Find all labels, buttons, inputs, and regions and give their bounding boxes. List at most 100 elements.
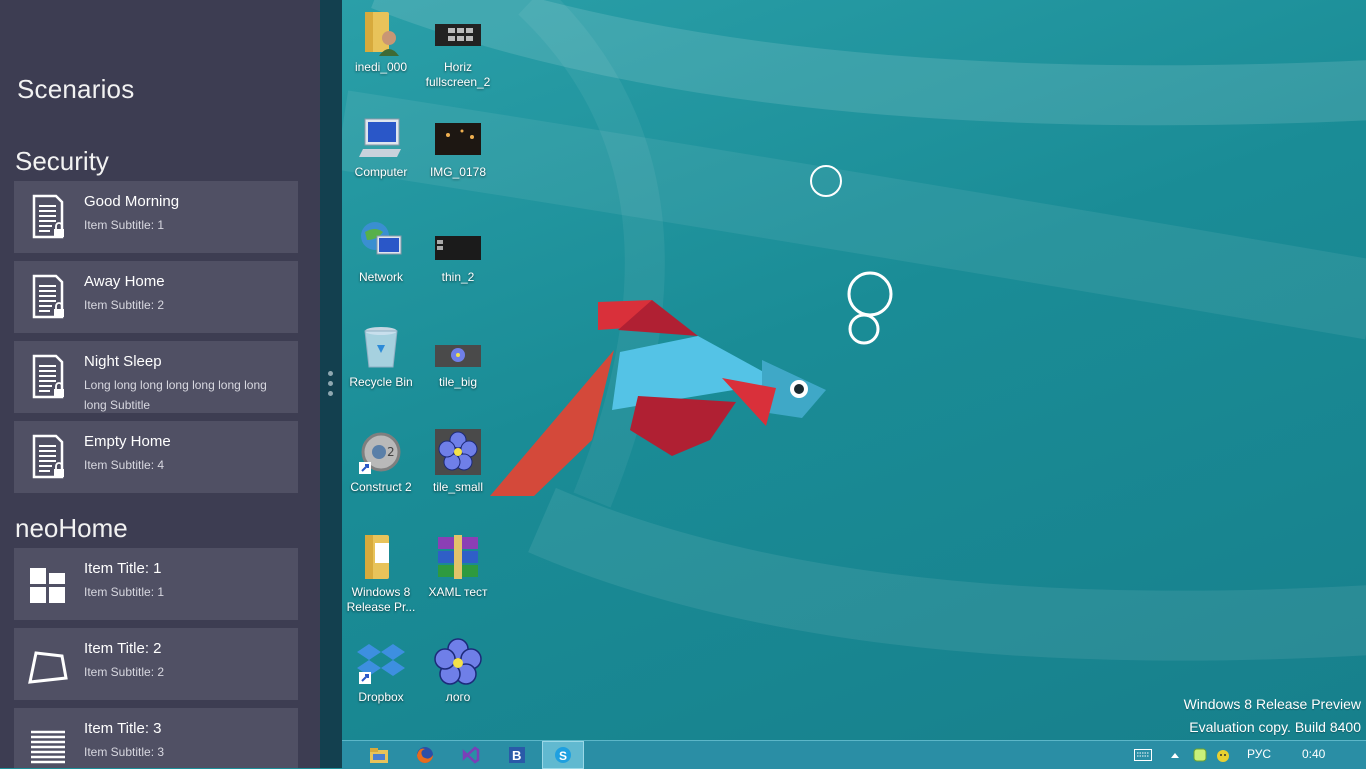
desktop-icon-logo[interactable]: лого (419, 638, 497, 705)
desktop-icon-img-0178[interactable]: IMG_0178 (419, 113, 497, 180)
clock[interactable]: 0:40 (1302, 747, 1325, 761)
page-title: Scenarios (17, 74, 135, 104)
tile-title: Good Morning (84, 193, 180, 210)
network-icon (357, 218, 405, 266)
recycle-bin-icon (357, 323, 405, 371)
image-thumbnail-icon (434, 218, 482, 266)
taskbar-visual-studio-button[interactable] (450, 741, 492, 769)
tray-overflow-chevron-icon[interactable] (1170, 751, 1180, 759)
tray-app-icon[interactable] (1215, 747, 1231, 763)
taskbar-explorer-button[interactable] (358, 741, 400, 769)
photo-thumbnail-icon (434, 113, 482, 161)
icon-label: IMG_0178 (429, 165, 487, 179)
icon-label: XAML тест (428, 585, 488, 599)
tile-title: Empty Home (84, 433, 171, 450)
firefox-icon (417, 747, 433, 763)
grid-tiles-icon (30, 568, 65, 603)
icon-label: inedi_000 (354, 60, 408, 74)
document-lock-icon (32, 194, 64, 239)
icon-label: thin_2 (441, 270, 475, 284)
group-header-neohome[interactable]: neoHome (15, 513, 128, 544)
group-header-security[interactable]: Security (15, 146, 109, 177)
scenario-tile-good-morning[interactable]: Good Morning Item Subtitle: 1 (14, 181, 298, 253)
neohome-tile-1[interactable]: Item Title: 1 Item Subtitle: 1 (14, 548, 298, 620)
language-indicator[interactable]: РУС (1247, 747, 1271, 761)
desktop-icon-dropbox[interactable]: Dropbox (342, 638, 420, 705)
tile-subtitle: Item Subtitle: 1 (84, 218, 165, 232)
svg-text:2: 2 (387, 445, 395, 459)
icon-label: tile_big (438, 375, 478, 389)
icon-label: Windows 8 Release Pr... (346, 585, 416, 614)
visual-studio-icon (462, 746, 480, 764)
blend-icon: B (509, 747, 525, 763)
list-lines-icon (31, 730, 65, 764)
desktop-icon-tile-small[interactable]: tile_small (419, 428, 497, 495)
computer-icon (357, 113, 405, 161)
taskbar-blend-button[interactable]: B (496, 741, 538, 769)
scenarios-app: Scenarios Security Good Morning Item Sub… (0, 0, 320, 768)
dropbox-shortcut-icon (357, 638, 405, 686)
icon-label: Construct 2 (350, 480, 412, 494)
user-folder-icon (357, 8, 405, 56)
svg-text:S: S (559, 749, 567, 763)
document-lock-icon (32, 434, 64, 479)
scenario-tile-night-sleep[interactable]: Night Sleep Long long long long long lon… (14, 341, 298, 413)
icon-label: лого (445, 690, 471, 704)
build-watermark-line1: Windows 8 Release Preview (1183, 696, 1361, 712)
construct-shortcut-icon: 2 (357, 428, 405, 476)
tile-subtitle: Long long long long long long long long … (84, 378, 267, 412)
tile-title: Item Title: 1 (84, 560, 162, 577)
icon-label: Recycle Bin (349, 375, 413, 389)
desktop[interactable]: inedi_000 Computer Network Recycle Bin 2… (342, 0, 1366, 740)
image-thumbnail-icon (434, 323, 482, 371)
desktop-icon-xaml-test[interactable]: XAML тест (419, 533, 497, 600)
splitter-grip-dot (328, 391, 333, 396)
perspective-plane-icon (28, 651, 68, 684)
tile-title: Night Sleep (84, 353, 162, 370)
taskbar: B S РУС 0:40 (342, 740, 1366, 769)
icon-label: tile_small (432, 480, 483, 494)
desktop-icon-horiz-fullscreen-2[interactable]: Horiz fullscreen_2 (419, 8, 497, 90)
tile-subtitle: Item Subtitle: 3 (84, 745, 165, 759)
tile-subtitle: Item Subtitle: 1 (84, 585, 165, 599)
desktop-icon-thin-2[interactable]: thin_2 (419, 218, 497, 285)
explorer-icon (370, 748, 388, 763)
snap-splitter[interactable] (320, 0, 342, 768)
document-lock-icon (32, 354, 64, 399)
taskbar-firefox-button[interactable] (404, 741, 446, 769)
winrar-archive-icon (434, 533, 482, 581)
svg-text:B: B (512, 748, 521, 763)
flower-tile-icon (434, 428, 482, 476)
icon-label: Horiz fullscreen_2 (425, 60, 491, 89)
icon-label: Dropbox (358, 690, 404, 704)
desktop-icon-network[interactable]: Network (342, 218, 420, 285)
desktop-icon-computer[interactable]: Computer (342, 113, 420, 180)
image-thumbnail-icon (434, 8, 482, 56)
icon-label: Computer (354, 165, 408, 179)
splitter-grip-dot (328, 381, 333, 386)
scenario-tile-empty-home[interactable]: Empty Home Item Subtitle: 4 (14, 421, 298, 493)
document-lock-icon (32, 274, 64, 319)
keyboard-icon[interactable] (1134, 749, 1152, 761)
folder-icon (357, 533, 405, 581)
desktop-icon-construct-2[interactable]: 2 Construct 2 (342, 428, 420, 495)
tile-title: Item Title: 2 (84, 640, 162, 657)
tile-subtitle: Item Subtitle: 4 (84, 458, 165, 472)
flower-logo-icon (434, 638, 482, 686)
tile-subtitle: Item Subtitle: 2 (84, 665, 165, 679)
desktop-icon-tile-big[interactable]: tile_big (419, 323, 497, 390)
skype-icon: S (555, 747, 571, 763)
splitter-grip-dot (328, 371, 333, 376)
build-watermark-line2: Evaluation copy. Build 8400 (1189, 719, 1361, 735)
desktop-icon-inedi-000[interactable]: inedi_000 (342, 8, 420, 75)
tile-title: Item Title: 3 (84, 720, 162, 737)
icon-label: Network (358, 270, 403, 284)
tile-title: Away Home (84, 273, 165, 290)
desktop-icon-recycle-bin[interactable]: Recycle Bin (342, 323, 420, 390)
taskbar-skype-button[interactable]: S (542, 741, 584, 769)
network-status-icon[interactable] (1192, 747, 1208, 763)
desktop-icon-windows8-folder[interactable]: Windows 8 Release Pr... (342, 533, 420, 615)
scenario-tile-away-home[interactable]: Away Home Item Subtitle: 2 (14, 261, 298, 333)
neohome-tile-2[interactable]: Item Title: 2 Item Subtitle: 2 (14, 628, 298, 700)
neohome-tile-3[interactable]: Item Title: 3 Item Subtitle: 3 (14, 708, 298, 768)
